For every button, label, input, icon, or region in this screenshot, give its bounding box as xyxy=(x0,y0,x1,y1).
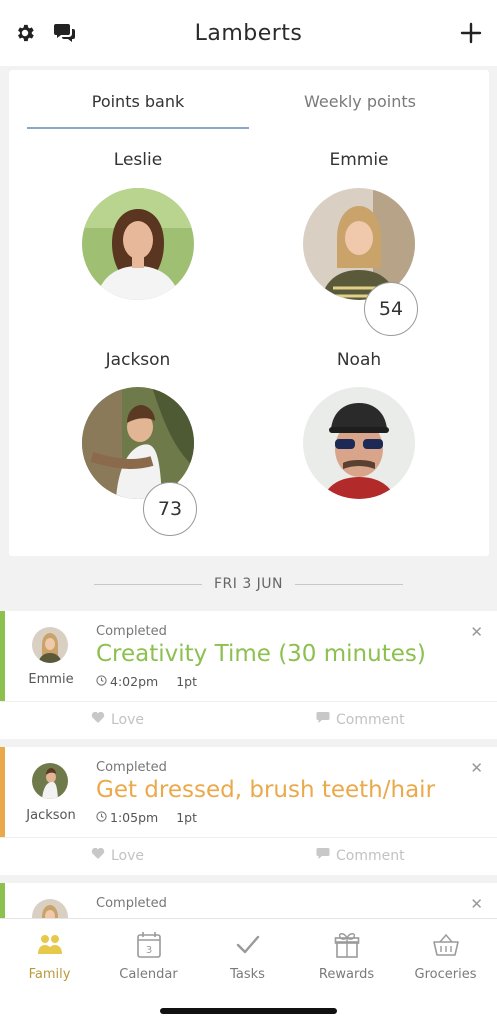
gift-icon xyxy=(297,929,396,961)
home-indicator xyxy=(160,1008,337,1014)
close-icon[interactable]: ✕ xyxy=(470,623,483,641)
divider xyxy=(0,701,497,702)
close-icon[interactable]: ✕ xyxy=(470,759,483,777)
divider xyxy=(93,583,202,585)
person-name: Emmie xyxy=(28,672,74,687)
chat-bubbles-icon[interactable] xyxy=(52,20,78,46)
comment-icon xyxy=(316,847,330,864)
points-value: 1pt xyxy=(176,810,197,825)
heart-icon xyxy=(91,847,105,864)
comment-icon xyxy=(316,711,330,728)
person-name: Jackson xyxy=(26,808,76,823)
points-tabs: Points bank Weekly points xyxy=(9,70,489,132)
nav-calendar[interactable]: 3 Calendar xyxy=(99,929,198,982)
love-label: Love xyxy=(111,847,145,864)
task-meta: 4:02pm 1pt xyxy=(96,674,197,689)
family-icon xyxy=(0,929,99,961)
person-emmie[interactable]: Emmie xyxy=(259,150,459,174)
nav-label: Calendar xyxy=(119,967,178,982)
comment-button[interactable]: Comment xyxy=(316,847,405,864)
checkmark-icon xyxy=(198,929,297,961)
avatar[interactable] xyxy=(303,387,415,499)
status-text: Completed xyxy=(96,896,167,911)
person-name: Jackson xyxy=(105,350,171,370)
calendar-icon: 3 xyxy=(99,929,198,961)
clock-icon xyxy=(96,674,107,689)
status-text: Completed xyxy=(96,760,167,775)
avatar[interactable] xyxy=(32,627,68,663)
activity-item: Emmie Completed Creativity Time (30 minu… xyxy=(0,611,497,739)
avatar[interactable] xyxy=(32,763,68,799)
date-separator: FRI 3 JUN xyxy=(0,570,497,598)
completed-time: 1:05pm xyxy=(110,810,159,825)
nav-label: Family xyxy=(28,967,71,982)
nav-groceries[interactable]: Groceries xyxy=(396,929,495,982)
divider xyxy=(0,837,497,838)
accent-stripe xyxy=(0,747,5,837)
points-badge: 54 xyxy=(364,282,418,336)
task-title[interactable]: Creativity Time (30 minutes) xyxy=(96,641,426,667)
comment-label: Comment xyxy=(336,847,405,864)
tab-weekly-points[interactable]: Weekly points xyxy=(249,70,471,132)
comment-button[interactable]: Comment xyxy=(316,711,405,728)
calendar-day-number: 3 xyxy=(145,945,151,956)
plus-icon[interactable] xyxy=(458,20,484,46)
person-noah[interactable]: Noah xyxy=(259,350,459,374)
person-name: Leslie xyxy=(113,150,163,170)
love-label: Love xyxy=(111,711,145,728)
love-button[interactable]: Love xyxy=(91,847,144,864)
nav-label: Groceries xyxy=(414,967,477,982)
heart-icon xyxy=(91,711,105,728)
divider xyxy=(295,583,404,585)
completed-time: 4:02pm xyxy=(110,674,159,689)
close-icon[interactable]: ✕ xyxy=(470,895,483,913)
person-name: Emmie xyxy=(329,150,389,170)
nav-label: Tasks xyxy=(230,967,265,982)
comment-label: Comment xyxy=(336,711,405,728)
accent-stripe xyxy=(0,611,5,701)
task-meta: 1:05pm 1pt xyxy=(96,810,197,825)
active-tab-indicator xyxy=(27,127,249,129)
activity-item: Jackson Completed Get dressed, brush tee… xyxy=(0,747,497,875)
nav-family[interactable]: Family xyxy=(0,929,99,982)
points-badge: 73 xyxy=(143,482,197,536)
task-title[interactable]: Get dressed, brush teeth/hair xyxy=(96,777,435,803)
top-bar: Lamberts xyxy=(0,0,497,66)
nav-tasks[interactable]: Tasks xyxy=(198,929,297,982)
date-label: FRI 3 JUN xyxy=(213,576,284,592)
gear-icon[interactable] xyxy=(12,20,38,46)
love-button[interactable]: Love xyxy=(91,711,144,728)
clock-icon xyxy=(96,810,107,825)
tab-points-bank[interactable]: Points bank xyxy=(27,70,249,132)
avatar[interactable] xyxy=(82,188,194,300)
basket-icon xyxy=(396,929,495,961)
nav-label: Rewards xyxy=(318,967,375,982)
nav-rewards[interactable]: Rewards xyxy=(297,929,396,982)
person-name: Noah xyxy=(336,350,382,370)
points-card: Points bank Weekly points Leslie Emmie 5… xyxy=(9,70,489,556)
person-leslie[interactable]: Leslie xyxy=(38,150,238,174)
person-jackson[interactable]: Jackson xyxy=(38,350,238,374)
page-title: Lamberts xyxy=(194,20,303,46)
points-value: 1pt xyxy=(176,674,197,689)
status-text: Completed xyxy=(96,624,167,639)
